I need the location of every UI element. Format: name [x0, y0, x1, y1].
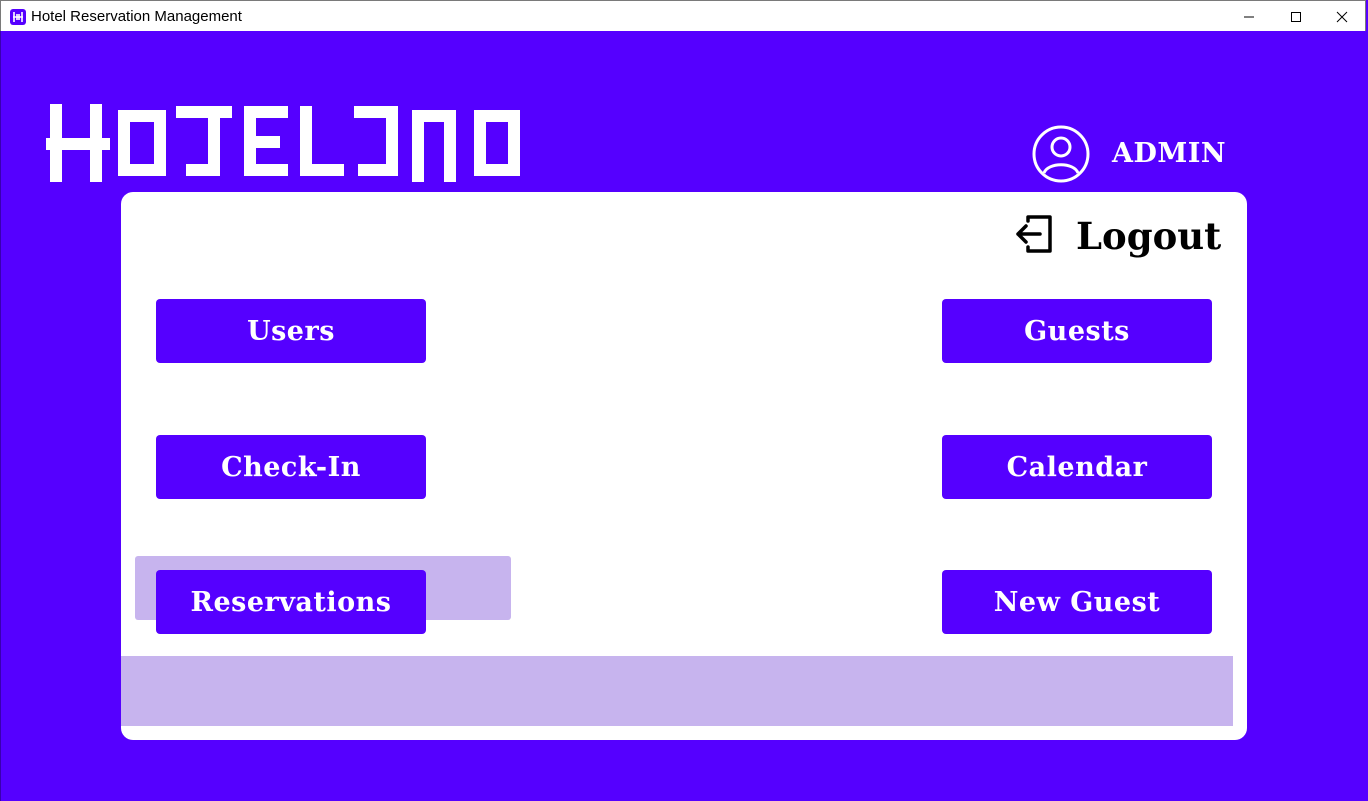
user-circle-icon[interactable] [1031, 124, 1091, 188]
hotel-app-icon [10, 9, 26, 25]
window-title: Hotel Reservation Management [31, 8, 242, 25]
window-border [0, 31, 1, 801]
check-in-button[interactable]: Check-In [156, 435, 426, 499]
hotelino-logo [44, 100, 526, 182]
maximize-icon[interactable] [1273, 1, 1319, 32]
close-icon[interactable] [1319, 1, 1365, 32]
guests-button[interactable]: Guests [942, 299, 1212, 363]
logout-label: Logout [1076, 214, 1222, 258]
users-button[interactable]: Users [156, 299, 426, 363]
new-guest-button[interactable]: New Guest [942, 570, 1212, 634]
calendar-button[interactable]: Calendar [942, 435, 1212, 499]
user-role-label: ADMIN [1112, 138, 1227, 169]
window-titlebar: Hotel Reservation Management [0, 0, 1366, 31]
minimize-icon[interactable] [1226, 1, 1272, 32]
logout-icon [1014, 213, 1056, 259]
reservations-button[interactable]: Reservations [156, 570, 426, 634]
logout-button[interactable]: Logout [1014, 213, 1221, 259]
footer-bar [121, 656, 1233, 726]
